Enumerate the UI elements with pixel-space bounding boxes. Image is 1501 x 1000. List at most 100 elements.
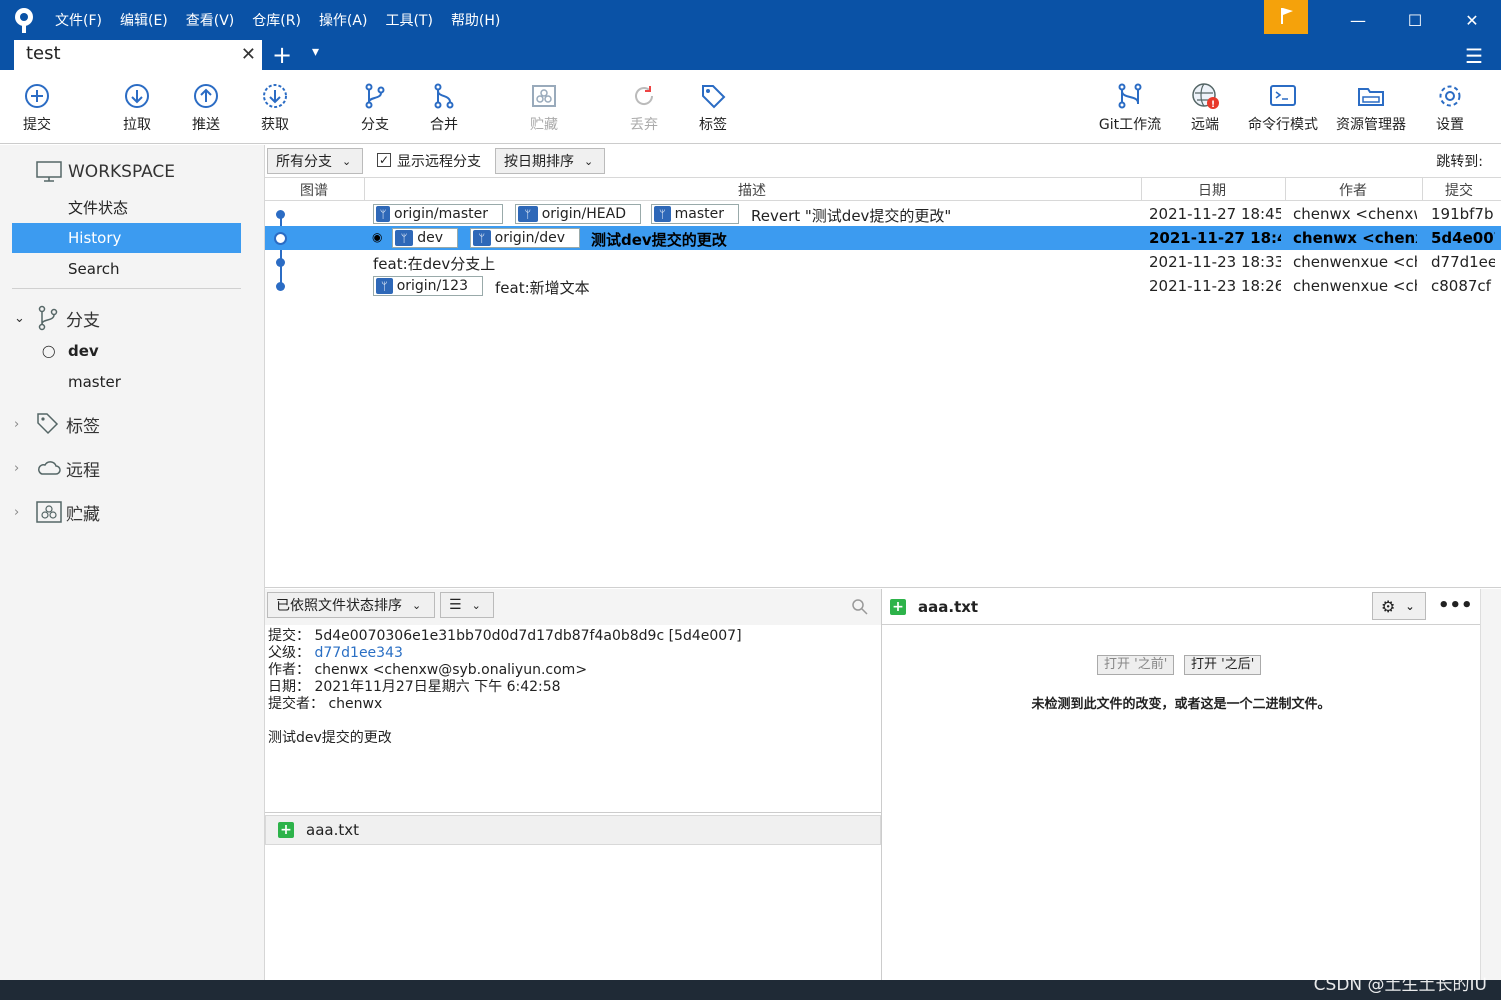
new-tab-icon[interactable]: +	[272, 40, 292, 70]
menu-file[interactable]: 文件(F)	[55, 10, 102, 30]
sidebar-branch-dev[interactable]: ◯ dev	[12, 336, 241, 366]
chevron-down-icon: ⌄	[471, 598, 481, 612]
sourcetree-logo-icon	[15, 8, 33, 33]
settings-button[interactable]: 设置	[1413, 70, 1487, 144]
commit-node	[276, 282, 285, 291]
flag-button[interactable]	[1264, 0, 1308, 34]
arrow-down-circle-icon	[125, 84, 149, 108]
globe-icon: !	[1192, 83, 1219, 110]
commit-description: 测试dev提交的更改	[591, 231, 727, 249]
branch-filter-dropdown[interactable]: 所有分支 ⌄	[267, 148, 363, 174]
remote-button[interactable]: ! 远端	[1168, 70, 1242, 144]
chevron-down-icon: ⌄	[342, 154, 352, 168]
commit-button[interactable]: 提交	[0, 70, 74, 144]
commit-list: ᛘ origin/master ᛘ origin/HEAD ᛘ master Reve…	[265, 202, 1501, 588]
terminal-button[interactable]: 命令行模式	[1246, 70, 1320, 144]
maximize-button[interactable]: ☐	[1386, 0, 1444, 40]
remotes-header[interactable]: › 远程	[14, 453, 243, 483]
stash-button[interactable]: 贮藏	[507, 70, 581, 144]
details-toolbar: 已依照文件状态排序 ⌄ ☰ ⌄	[265, 589, 881, 625]
chevron-right-icon[interactable]: ›	[14, 417, 32, 432]
jump-to-label[interactable]: 跳转到:	[1436, 151, 1483, 171]
commit-hash: d77d1ee	[1431, 253, 1495, 271]
ref-label[interactable]: ᛘ master	[651, 204, 739, 224]
col-description[interactable]: 描述	[738, 180, 766, 200]
stash-icon	[36, 501, 62, 523]
menu-tools[interactable]: 工具(T)	[385, 10, 432, 30]
ref-label[interactable]: ᛘ origin/123	[373, 276, 483, 296]
sidebar-item-file-status[interactable]: 文件状态	[12, 192, 241, 222]
ref-label[interactable]: ᛘ origin/dev	[470, 228, 580, 248]
table-row[interactable]: ᛘ origin/master ᛘ origin/HEAD ᛘ master Reve…	[265, 202, 1501, 226]
sort-dropdown[interactable]: 按日期排序 ⌄	[495, 148, 605, 174]
view-mode-dropdown[interactable]: ☰ ⌄	[440, 592, 494, 618]
folder-icon	[1358, 88, 1384, 106]
col-author[interactable]: 作者	[1339, 180, 1367, 200]
fetch-button[interactable]: 获取	[238, 70, 312, 144]
sidebar-item-history[interactable]: History	[12, 223, 241, 253]
tab-strip: test ✕ + ▾ ☰	[0, 40, 1501, 70]
file-sort-dropdown[interactable]: 已依照文件状态排序 ⌄	[267, 592, 435, 618]
watermark: CSDN @土生土长的IU	[1313, 975, 1487, 995]
commit-hash: c8087cf	[1431, 277, 1491, 295]
branches-header[interactable]: ⌄ 分支	[14, 303, 243, 333]
sidebar-item-search[interactable]: Search	[12, 254, 241, 284]
stashes-header[interactable]: › 贮藏	[14, 497, 243, 527]
toolbar: 提交 拉取 推送 获取 分支 合并 贮藏 丢弃 标签 Git工作流 ! 远端 命…	[0, 70, 1501, 144]
show-remote-checkbox[interactable]: ✓	[377, 153, 391, 167]
discard-button[interactable]: 丢弃	[607, 70, 681, 144]
changed-files-list: + aaa.txt	[265, 812, 881, 980]
gitflow-button[interactable]: Git工作流	[1093, 70, 1167, 144]
col-commit[interactable]: 提交	[1445, 180, 1473, 200]
chevron-down-icon[interactable]: ⌄	[14, 311, 32, 326]
menu-edit[interactable]: 编辑(E)	[120, 10, 168, 30]
workspace-header[interactable]: WORKSPACE	[36, 157, 241, 187]
ref-label[interactable]: ᛘ origin/HEAD	[515, 204, 641, 224]
push-button[interactable]: 推送	[169, 70, 243, 144]
table-row[interactable]: ◉ ᛘ dev ᛘ origin/dev 测试dev提交的更改 2021-11-27…	[265, 226, 1501, 250]
branch-icon: ᛘ	[654, 206, 671, 222]
open-before-button[interactable]: 打开 '之前'	[1097, 655, 1175, 675]
parent-link[interactable]: d77d1ee343	[314, 645, 402, 661]
merge-button[interactable]: 合并	[407, 70, 481, 144]
close-icon[interactable]: ✕	[241, 44, 256, 65]
table-row[interactable]: feat:在dev分支上 2021-11-23 18:33 chenwenxue…	[265, 250, 1501, 274]
chevron-right-icon[interactable]: ›	[14, 461, 32, 476]
branch-button[interactable]: 分支	[338, 70, 412, 144]
flag-icon	[1281, 8, 1293, 24]
repo-tab[interactable]: test ✕	[14, 40, 262, 70]
col-graph[interactable]: 图谱	[300, 180, 328, 200]
menu-repository[interactable]: 仓库(R)	[252, 10, 301, 30]
branch-icon	[38, 305, 58, 331]
tag-icon	[37, 413, 59, 435]
close-window-button[interactable]: ✕	[1443, 0, 1501, 40]
scrollbar[interactable]	[1480, 589, 1501, 980]
open-after-button[interactable]: 打开 '之后'	[1184, 655, 1262, 675]
more-icon[interactable]: •••	[1438, 595, 1473, 616]
list-item[interactable]: + aaa.txt	[265, 815, 881, 845]
ref-label[interactable]: ᛘ origin/master	[373, 204, 503, 224]
diff-options-dropdown[interactable]: ⚙ ⌄	[1372, 592, 1426, 620]
col-date[interactable]: 日期	[1198, 180, 1226, 200]
ref-label[interactable]: ᛘ dev	[392, 228, 458, 248]
minimize-button[interactable]: —	[1329, 0, 1387, 40]
menu-help[interactable]: 帮助(H)	[451, 10, 500, 30]
tag-button[interactable]: 标签	[676, 70, 750, 144]
search-icon[interactable]	[851, 598, 869, 616]
table-row[interactable]: ᛘ origin/123 feat:新增文本 2021-11-23 18:26 c…	[265, 274, 1501, 298]
chevron-right-icon[interactable]: ›	[14, 505, 32, 520]
sidebar-branch-master[interactable]: master	[12, 367, 241, 397]
menu-view[interactable]: 查看(V)	[186, 10, 235, 30]
branch-icon: ᛘ	[518, 206, 538, 222]
tags-header[interactable]: › 标签	[14, 409, 243, 439]
commit-date: 2021-11-27 18:42	[1149, 229, 1281, 247]
branch-icon: ᛘ	[395, 230, 414, 246]
commit-author: chenwx <chenxv	[1293, 229, 1417, 247]
pull-button[interactable]: 拉取	[100, 70, 174, 144]
added-file-icon: +	[278, 822, 294, 838]
menu-actions[interactable]: 操作(A)	[319, 10, 368, 30]
hamburger-menu-icon[interactable]: ☰	[1465, 44, 1483, 68]
explorer-button[interactable]: 资源管理器	[1334, 70, 1408, 144]
commit-hash-line: 提交： 5d4e0070306e1e31bb70d0d7d17db87f4a0b…	[268, 628, 742, 644]
chevron-down-icon[interactable]: ▾	[312, 44, 319, 60]
